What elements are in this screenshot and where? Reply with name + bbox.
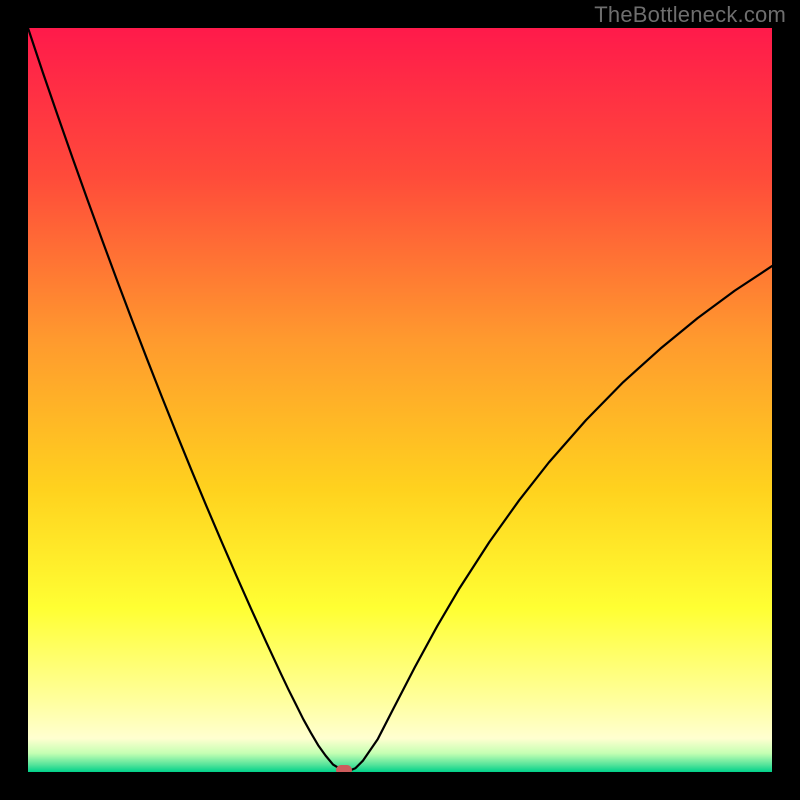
minimum-marker	[336, 765, 352, 772]
chart-stage: TheBottleneck.com	[0, 0, 800, 800]
gradient-and-curve	[28, 28, 772, 772]
plot-area	[28, 28, 772, 772]
gradient-background	[28, 28, 772, 772]
watermark-text: TheBottleneck.com	[594, 2, 786, 28]
